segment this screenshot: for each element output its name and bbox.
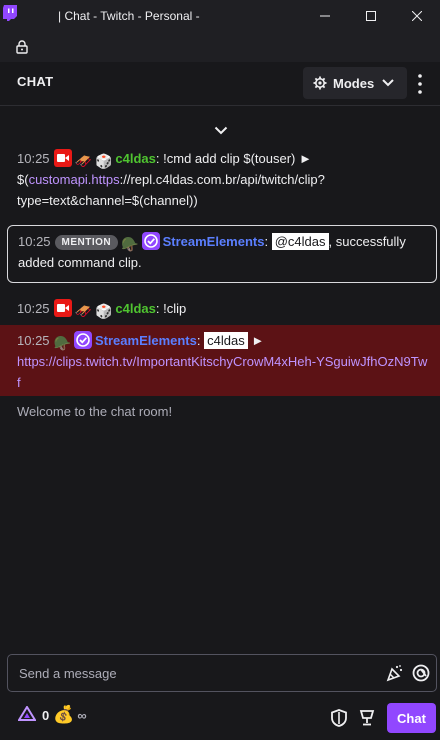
username[interactable]: StreamElements	[163, 234, 265, 249]
welcome-message: Welcome to the chat room!	[17, 404, 173, 419]
message-arrow: ►	[251, 333, 265, 348]
chat-message-highlighted[interactable]: 10:25 🪖 StreamElements: c4ldas ► https://cl…	[17, 330, 429, 393]
bits-icon[interactable]	[412, 664, 430, 682]
chat-message[interactable]: 10:25 🛷 🎲 c4ldas: !clip	[17, 298, 429, 319]
chat-header: CHAT Modes	[0, 62, 440, 106]
cup-icon[interactable]	[359, 709, 375, 727]
mention-tag: MENTION	[54, 235, 119, 250]
channel-points-area[interactable]: 0 💰 ∞	[18, 706, 87, 724]
modes-label: Modes	[333, 75, 375, 91]
maximize-button[interactable]	[348, 0, 394, 32]
lock-icon[interactable]	[16, 40, 28, 54]
message-text: : !clip	[155, 301, 187, 316]
bot-badge-icon[interactable]: 🪖	[121, 237, 138, 251]
tenure-badge-icon[interactable]: 🎲	[95, 304, 112, 318]
tenure-badge-icon[interactable]: 🎲	[95, 154, 112, 168]
mention-text[interactable]: @c4ldas	[271, 233, 329, 250]
live-badge-icon[interactable]	[53, 149, 72, 167]
message-link[interactable]: customapi.https	[29, 172, 120, 187]
username[interactable]: c4ldas	[115, 151, 155, 166]
chat-input[interactable]	[8, 655, 368, 691]
close-button[interactable]	[394, 0, 440, 32]
kebab-icon[interactable]	[416, 73, 424, 95]
message-colon: :	[264, 234, 269, 249]
channel-points-icon	[18, 706, 36, 721]
emote-icon[interactable]	[386, 664, 404, 682]
verified-badge-icon[interactable]	[141, 232, 160, 250]
message-timestamp: 10:25	[18, 234, 51, 249]
minimize-icon	[320, 15, 330, 17]
window-title: | Chat - Twitch - Personal -	[58, 9, 200, 23]
username[interactable]: StreamElements	[95, 333, 197, 348]
minimize-button[interactable]	[302, 0, 348, 32]
twitch-logo-icon	[3, 5, 17, 21]
username[interactable]: c4ldas	[115, 301, 155, 316]
sub-gift-emote-icon[interactable]: 🛷	[75, 304, 92, 318]
verified-badge-icon[interactable]	[73, 331, 92, 349]
clip-link[interactable]: https://clips.twitch.tv/ImportantKitschy…	[17, 354, 427, 390]
chevron-down-icon	[382, 79, 394, 87]
window-titlebar: | Chat - Twitch - Personal -	[0, 0, 440, 32]
message-colon: :	[196, 333, 201, 348]
address-bar	[0, 32, 440, 62]
gear-icon	[313, 76, 327, 90]
message-timestamp: 10:25	[17, 301, 50, 316]
message-timestamp: 10:25	[17, 333, 50, 348]
mention-text[interactable]: c4ldas	[204, 332, 248, 349]
maximize-icon	[366, 11, 376, 21]
chat-send-button[interactable]: Chat	[387, 703, 436, 733]
bot-badge-icon[interactable]: 🪖	[54, 336, 71, 350]
infinity-count: ∞	[77, 707, 87, 723]
message-timestamp: 10:25	[17, 151, 50, 166]
money-bag-icon: 💰	[53, 705, 75, 724]
sub-gift-emote-icon[interactable]: 🛷	[75, 154, 92, 168]
chat-message[interactable]: 10:25 🛷 🎲 c4ldas: !cmd add clip $(touser) ►…	[17, 148, 429, 211]
points-count: 0	[42, 707, 50, 723]
live-badge-icon[interactable]	[53, 299, 72, 317]
modes-button[interactable]: Modes	[303, 67, 407, 99]
chat-input-box	[7, 654, 437, 692]
close-icon	[412, 11, 422, 21]
shield-icon[interactable]	[331, 709, 347, 727]
chevron-down-icon[interactable]	[214, 126, 228, 135]
chat-title: CHAT	[17, 74, 54, 89]
chat-message-mention[interactable]: 10:25 MENTION 🪖 StreamElements: @c4ldas, su…	[18, 231, 428, 273]
